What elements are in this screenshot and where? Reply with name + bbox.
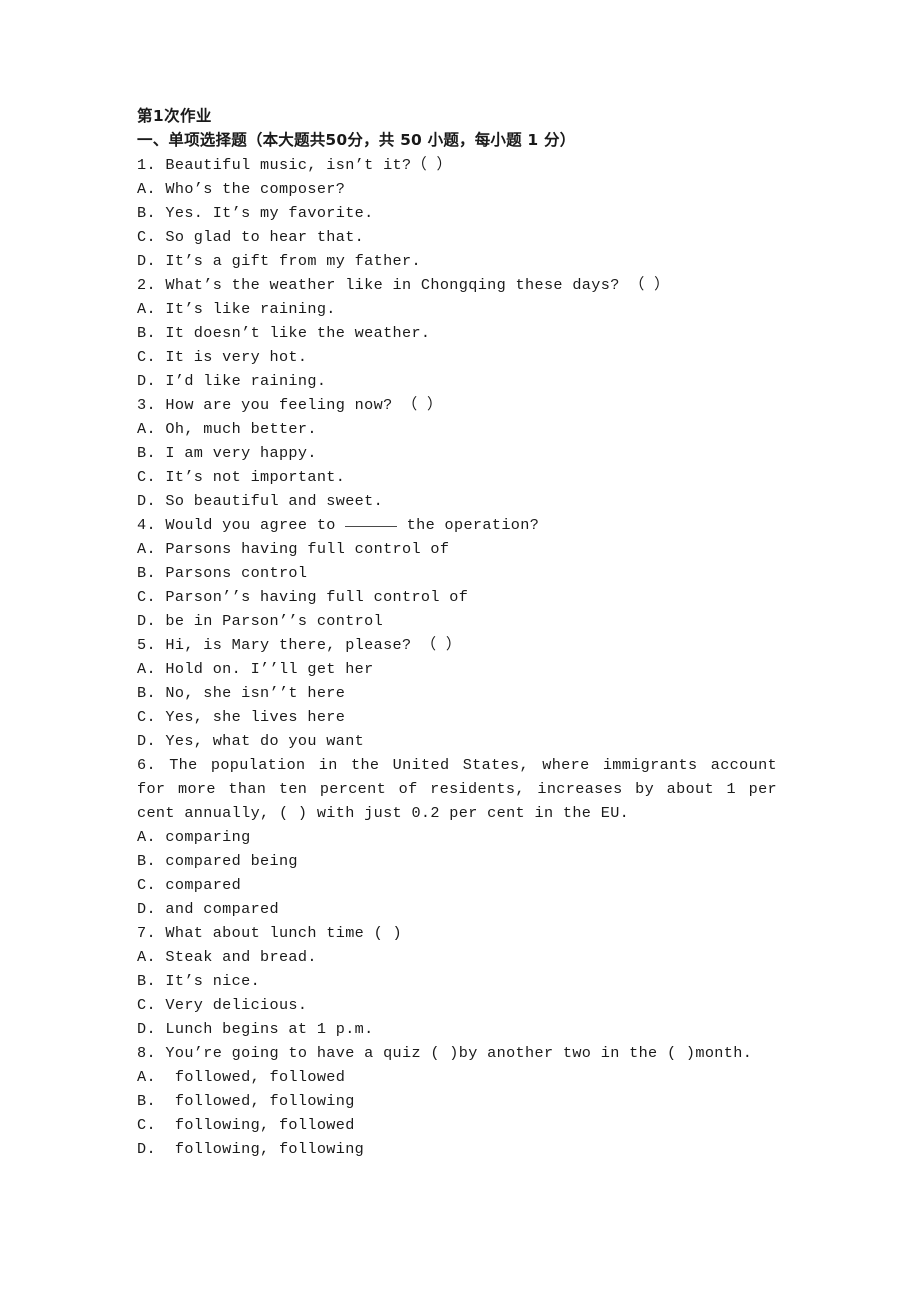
document-page: 第1次作业 一、单项选择题（本大题共50分，共 50 小题，每小题 1 分） 1… <box>0 0 920 1302</box>
question-option: A. Steak and bread. <box>137 948 317 966</box>
question-option: C. It is very hot. <box>137 348 308 366</box>
question-option: C. So glad to hear that. <box>137 228 365 246</box>
question-stem: 8. You’re going to have a quiz ( )by ano… <box>137 1044 753 1062</box>
question-option: B. I am very happy. <box>137 444 317 462</box>
question-option: B. followed, following <box>137 1092 355 1110</box>
question-option: C. Very delicious. <box>137 996 308 1014</box>
question-stem-prefix: 4. Would you agree to <box>137 516 346 534</box>
question-option: A. comparing <box>137 828 251 846</box>
question-option: D. following, following <box>137 1140 365 1158</box>
section-heading: 一、单项选择题（本大题共50分，共 50 小题，每小题 1 分） <box>137 131 576 149</box>
question-stem: 5. Hi, is Mary there, please? （ ） <box>137 636 462 654</box>
question-option: D. and compared <box>137 900 279 918</box>
question-option: B. Parsons control <box>137 564 308 582</box>
question-option: A. Hold on. I’’ll get her <box>137 660 374 678</box>
question-option: C. following, followed <box>137 1116 355 1134</box>
question-option: D. Lunch begins at 1 p.m. <box>137 1020 374 1038</box>
question-option: C. Yes, she lives here <box>137 708 346 726</box>
question-stem: 4. Would you agree to the operation? <box>137 513 770 537</box>
question-option: D. So beautiful and sweet. <box>137 492 384 510</box>
question-stem: 2. What’s the weather like in Chongqing … <box>137 276 670 294</box>
question-stem: 6. The population in the United States, … <box>137 753 777 825</box>
document-title: 第1次作业 <box>137 107 212 125</box>
question-stem-text: 6. The population in the United States, … <box>137 756 787 822</box>
question-option: D. I’d like raining. <box>137 372 327 390</box>
question-option: A. followed, followed <box>137 1068 346 1086</box>
question-option: B. It’s nice. <box>137 972 261 990</box>
question-option: C. It’s not important. <box>137 468 346 486</box>
question-option: A. Oh, much better. <box>137 420 317 438</box>
question-option: C. compared <box>137 876 242 894</box>
question-option: A. Who’s the composer? <box>137 180 346 198</box>
question-stem: 1. Beautiful music, isn’t it?（ ） <box>137 156 452 174</box>
question-option: A. Parsons having full control of <box>137 540 450 558</box>
question-option: A. It’s like raining. <box>137 300 336 318</box>
question-option: D. be in Parson’’s control <box>137 612 384 630</box>
question-stem: 7. What about lunch time ( ) <box>137 924 402 942</box>
question-option: C. Parson’’s having full control of <box>137 588 469 606</box>
question-option: B. It doesn’t like the weather. <box>137 324 431 342</box>
question-stem-suffix: the operation? <box>397 516 540 534</box>
question-option: B. Yes. It’s my favorite. <box>137 204 374 222</box>
fill-in-blank <box>345 515 398 527</box>
question-option: B. compared being <box>137 852 298 870</box>
question-option: D. It’s a gift from my father. <box>137 252 421 270</box>
question-stem: 3. How are you feeling now? （ ） <box>137 396 443 414</box>
question-option: D. Yes, what do you want <box>137 732 365 750</box>
question-option: B. No, she isn’’t here <box>137 684 346 702</box>
